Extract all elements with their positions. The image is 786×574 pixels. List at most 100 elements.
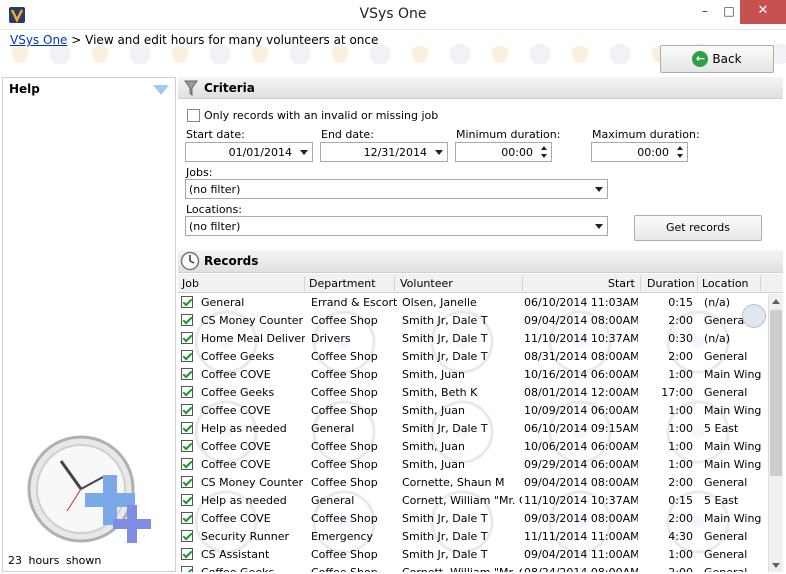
max-duration-value: 00:00 [637, 146, 669, 159]
scroll-up-icon[interactable] [772, 299, 780, 304]
clock-icon [180, 251, 200, 271]
help-title: Help [9, 82, 40, 96]
cell-department: Coffee Shop [311, 404, 378, 417]
cell-department: Coffee Shop [311, 476, 378, 489]
header-banner: VSys One > View and edit hours for many … [0, 30, 786, 76]
end-date-value: 12/31/2014 [363, 146, 427, 159]
help-panel: Help 23 hours shown [2, 77, 176, 572]
collapse-chevron-icon[interactable] [153, 85, 169, 95]
cell-volunteer: Smith Jr, Dale T [402, 530, 488, 543]
maximize-button[interactable]: □ [718, 0, 740, 24]
row-checkbox[interactable] [181, 476, 193, 488]
row-checkbox[interactable] [181, 314, 193, 326]
cell-volunteer: Smith Jr, Dale T [402, 422, 488, 435]
get-records-button[interactable]: Get records [634, 215, 762, 241]
minimize-button[interactable]: – [692, 0, 718, 24]
jobs-value: (no filter) [189, 183, 241, 196]
cell-job: CS Money Counter [201, 314, 304, 327]
cell-job: Coffee COVE [201, 440, 271, 453]
cell-volunteer: Smith, Juan [402, 404, 465, 417]
records-scrollbar[interactable] [768, 294, 783, 572]
cell-department: Coffee Shop [311, 566, 397, 572]
row-checkbox[interactable] [181, 404, 193, 416]
column-header-job[interactable]: Job [182, 277, 199, 290]
records-title: Records [204, 254, 259, 268]
scroll-down-icon[interactable] [772, 563, 780, 568]
cell-department: Coffee Shop [311, 386, 378, 399]
row-checkbox[interactable] [181, 512, 193, 524]
cell-location: Main Wing [704, 440, 762, 453]
table-row[interactable]: Coffee Geeks Coffee Shop Smith Jr, Dale T 0… [178, 348, 768, 366]
cell-department: Emergency [311, 530, 374, 543]
row-checkbox[interactable] [181, 530, 193, 542]
max-duration-stepper[interactable]: 00:00 [591, 142, 688, 162]
table-row[interactable]: Coffee COVE Coffee Shop Smith Jr, Dale T 09… [178, 510, 768, 528]
locations-dropdown-icon[interactable] [595, 224, 603, 229]
table-row[interactable]: Coffee Geeks Coffee Shop Cornett, William … [178, 564, 768, 572]
cell-start: 11/10/2014 10:37AM [524, 332, 638, 345]
row-checkbox[interactable] [181, 296, 193, 308]
jobs-select[interactable]: (no filter) [185, 179, 608, 199]
table-row[interactable]: General Errand & Escort Olsen, Janelle 06/1… [178, 294, 768, 312]
records-header: Records [178, 250, 783, 273]
row-checkbox[interactable] [181, 548, 193, 560]
column-header-start[interactable]: Start [608, 277, 635, 290]
row-checkbox[interactable] [181, 440, 193, 452]
cell-volunteer: Olsen, Janelle [402, 296, 477, 309]
row-checkbox[interactable] [181, 332, 193, 344]
table-row[interactable]: Help as needed General Smith Jr, Dale T 06/… [178, 420, 768, 438]
locations-select[interactable]: (no filter) [185, 216, 608, 236]
start-date-value: 01/01/2014 [228, 146, 292, 159]
cell-department: Coffee Shop [311, 314, 378, 327]
column-header-volunteer[interactable]: Volunteer [400, 277, 453, 290]
max-duration-down-icon[interactable] [677, 154, 683, 158]
close-button[interactable]: ✕ [740, 0, 786, 24]
min-duration-down-icon[interactable] [541, 154, 547, 158]
table-row[interactable]: Coffee COVE Coffee Shop Smith, Juan 09/29/2… [178, 456, 768, 474]
table-row[interactable]: CS Assistant Coffee Shop Smith Jr, Dale T 0… [178, 546, 768, 564]
table-row[interactable]: Coffee COVE Coffee Shop Smith, Juan 10/06/2… [178, 438, 768, 456]
column-header-department[interactable]: Department [309, 277, 376, 290]
cell-duration: 2:00 [668, 512, 693, 525]
breadcrumb-home-link[interactable]: VSys One [10, 33, 67, 47]
cell-location: 5 East [704, 494, 739, 507]
table-row[interactable]: Help as needed General Cornett, William "M… [178, 492, 768, 510]
cell-job: CS Money Counter [201, 476, 304, 489]
start-date-picker[interactable]: 01/01/2014 [185, 142, 313, 162]
min-duration-up-icon[interactable] [541, 146, 547, 150]
jobs-dropdown-icon[interactable] [595, 187, 603, 192]
table-row[interactable]: CS Money Counter Coffee Shop Cornette, Sha… [178, 474, 768, 492]
invalid-job-checkbox[interactable] [187, 109, 200, 122]
start-date-dropdown-icon[interactable] [300, 150, 308, 155]
cell-volunteer: Cornette, Shaun M [402, 476, 505, 489]
max-duration-up-icon[interactable] [677, 146, 683, 150]
row-checkbox[interactable] [181, 386, 193, 398]
table-row[interactable]: Home Meal Delivery Drivers Smith Jr, Dale … [178, 330, 768, 348]
column-header-duration[interactable]: Duration [647, 277, 695, 290]
cell-department: Coffee Shop [311, 512, 378, 525]
end-date-picker[interactable]: 12/31/2014 [320, 142, 448, 162]
table-row[interactable]: Security Runner Emergency Smith Jr, Dale T… [178, 528, 768, 546]
table-row[interactable]: CS Money Counter Coffee Shop Smith Jr, Dal… [178, 312, 768, 330]
scroll-thumb[interactable] [770, 310, 782, 476]
filter-funnel-icon[interactable] [742, 304, 766, 328]
row-checkbox[interactable] [181, 494, 193, 506]
records-grid-header: Job Department Volunteer Start Duration … [178, 274, 783, 293]
column-header-location[interactable]: Location [702, 277, 749, 290]
cell-location: General [704, 350, 748, 363]
back-button-label: Back [712, 52, 742, 66]
table-row[interactable]: Coffee Geeks Coffee Shop Smith, Beth K 08/0… [178, 384, 768, 402]
row-checkbox[interactable] [181, 350, 193, 362]
back-button[interactable]: ← Back [660, 45, 774, 73]
min-duration-stepper[interactable]: 00:00 [455, 142, 552, 162]
cell-department: Coffee Shop [311, 440, 378, 453]
row-checkbox[interactable] [181, 422, 193, 434]
end-date-dropdown-icon[interactable] [435, 150, 443, 155]
row-checkbox[interactable] [181, 566, 193, 572]
table-row[interactable]: Coffee COVE Coffee Shop Smith, Juan 10/09/2… [178, 402, 768, 420]
row-checkbox[interactable] [181, 458, 193, 470]
table-row[interactable]: Coffee COVE Coffee Shop Smith, Juan 10/16/2… [178, 366, 768, 384]
row-checkbox[interactable] [181, 368, 193, 380]
cell-start: 09/29/2014 06:00AM [524, 458, 638, 471]
cell-job: Help as needed [201, 494, 287, 507]
